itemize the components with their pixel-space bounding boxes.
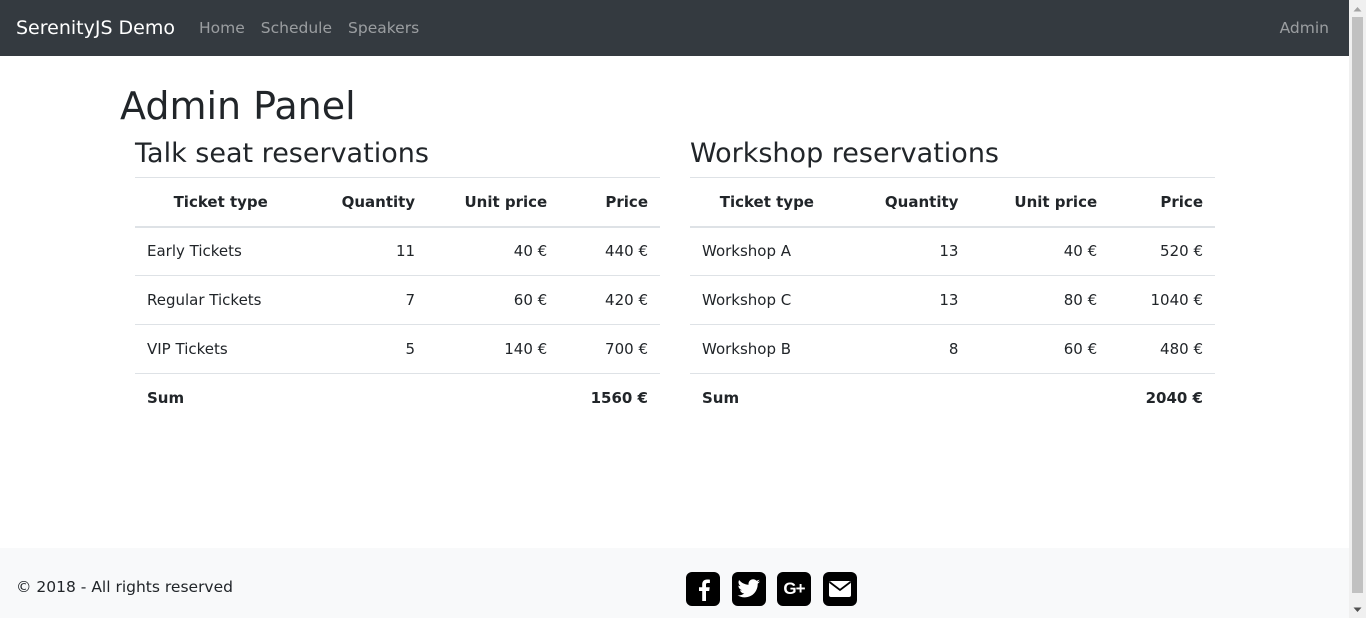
unit-price-cell: 60 € <box>427 275 560 325</box>
quantity-cell: 8 <box>843 324 971 374</box>
sum-row: Sum 1560 € <box>135 373 660 423</box>
table-row: Workshop B 8 60 € 480 € <box>690 324 1215 374</box>
google-plus-icon[interactable]: G+ <box>777 572 811 606</box>
workshop-reservations-table: Ticket type Quantity Unit price Price Wo… <box>690 177 1215 423</box>
empty-cell <box>427 373 560 423</box>
nav-speakers-link[interactable]: Speakers <box>348 19 419 37</box>
scroll-up-arrow-icon[interactable] <box>1349 0 1366 17</box>
table-row: Regular Tickets 7 60 € 420 € <box>135 275 660 325</box>
top-navbar: SerenityJS Demo Home Schedule Speakers A… <box>0 0 1349 56</box>
social-links: G+ <box>686 572 868 606</box>
ticket-type-cell: VIP Tickets <box>135 324 307 374</box>
nav-schedule-link[interactable]: Schedule <box>261 19 332 37</box>
unit-price-cell: 60 € <box>970 324 1110 374</box>
price-cell: 420 € <box>559 275 660 325</box>
unit-price-cell: 40 € <box>970 226 1110 276</box>
talk-reservations-heading: Talk seat reservations <box>135 138 429 169</box>
unit-price-cell: 140 € <box>427 324 560 374</box>
price-cell: 520 € <box>1109 226 1215 276</box>
talk-reservations-panel: Talk seat reservations Ticket type Quant… <box>135 136 660 423</box>
facebook-icon[interactable] <box>686 572 720 606</box>
quantity-cell: 13 <box>843 275 971 325</box>
sum-label: Sum <box>690 373 844 423</box>
empty-cell <box>970 373 1110 423</box>
column-header-unit-price: Unit price <box>970 177 1110 228</box>
nav-admin-link[interactable]: Admin <box>1280 19 1329 37</box>
table-row: Early Tickets 11 40 € 440 € <box>135 226 660 276</box>
brand-link[interactable]: SerenityJS Demo <box>16 17 175 39</box>
price-cell: 440 € <box>559 226 660 276</box>
workshop-reservations-heading: Workshop reservations <box>690 138 999 169</box>
empty-cell <box>843 373 971 423</box>
ticket-type-cell: Workshop B <box>690 324 844 374</box>
column-header-price: Price <box>559 177 660 228</box>
price-cell: 480 € <box>1109 324 1215 374</box>
sum-value: 1560 € <box>559 373 660 423</box>
ticket-type-cell: Regular Tickets <box>135 275 307 325</box>
sum-label: Sum <box>135 373 307 423</box>
column-header-ticket-type: Ticket type <box>135 177 307 228</box>
sum-value: 2040 € <box>1109 373 1215 423</box>
page: SerenityJS Demo Home Schedule Speakers A… <box>0 0 1349 618</box>
table-row: Workshop A 13 40 € 520 € <box>690 226 1215 276</box>
table-header-row: Ticket type Quantity Unit price Price <box>690 177 1215 228</box>
quantity-cell: 7 <box>306 275 428 325</box>
scrollbar-thumb[interactable] <box>1352 17 1363 593</box>
sum-row: Sum 2040 € <box>690 373 1215 423</box>
table-header-row: Ticket type Quantity Unit price Price <box>135 177 660 228</box>
vertical-scrollbar[interactable] <box>1349 0 1366 618</box>
footer: © 2018 - All rights reserved G+ <box>0 548 1349 618</box>
page-title: Admin Panel <box>120 84 356 128</box>
talk-reservations-table: Ticket type Quantity Unit price Price Ea… <box>135 177 660 423</box>
nav-home-link[interactable]: Home <box>199 19 245 37</box>
column-header-unit-price: Unit price <box>427 177 560 228</box>
copyright-text: © 2018 - All rights reserved <box>16 578 233 596</box>
ticket-type-cell: Workshop A <box>690 226 844 276</box>
column-header-quantity: Quantity <box>843 177 971 228</box>
quantity-cell: 13 <box>843 226 971 276</box>
price-cell: 1040 € <box>1109 275 1215 325</box>
table-row: VIP Tickets 5 140 € 700 € <box>135 324 660 374</box>
ticket-type-cell: Workshop C <box>690 275 844 325</box>
column-header-price: Price <box>1109 177 1215 228</box>
unit-price-cell: 40 € <box>427 226 560 276</box>
ticket-type-cell: Early Tickets <box>135 226 307 276</box>
scroll-down-arrow-icon[interactable] <box>1349 601 1366 618</box>
nav-links: Home Schedule Speakers <box>199 19 435 37</box>
quantity-cell: 11 <box>306 226 428 276</box>
empty-cell <box>306 373 428 423</box>
unit-price-cell: 80 € <box>970 275 1110 325</box>
price-cell: 700 € <box>559 324 660 374</box>
table-row: Workshop C 13 80 € 1040 € <box>690 275 1215 325</box>
twitter-icon[interactable] <box>731 572 766 606</box>
google-plus-text: G+ <box>783 579 805 598</box>
column-header-ticket-type: Ticket type <box>690 177 844 228</box>
envelope-icon[interactable] <box>822 572 857 606</box>
workshop-reservations-panel: Workshop reservations Ticket type Quanti… <box>690 136 1215 423</box>
quantity-cell: 5 <box>306 324 428 374</box>
column-header-quantity: Quantity <box>306 177 428 228</box>
